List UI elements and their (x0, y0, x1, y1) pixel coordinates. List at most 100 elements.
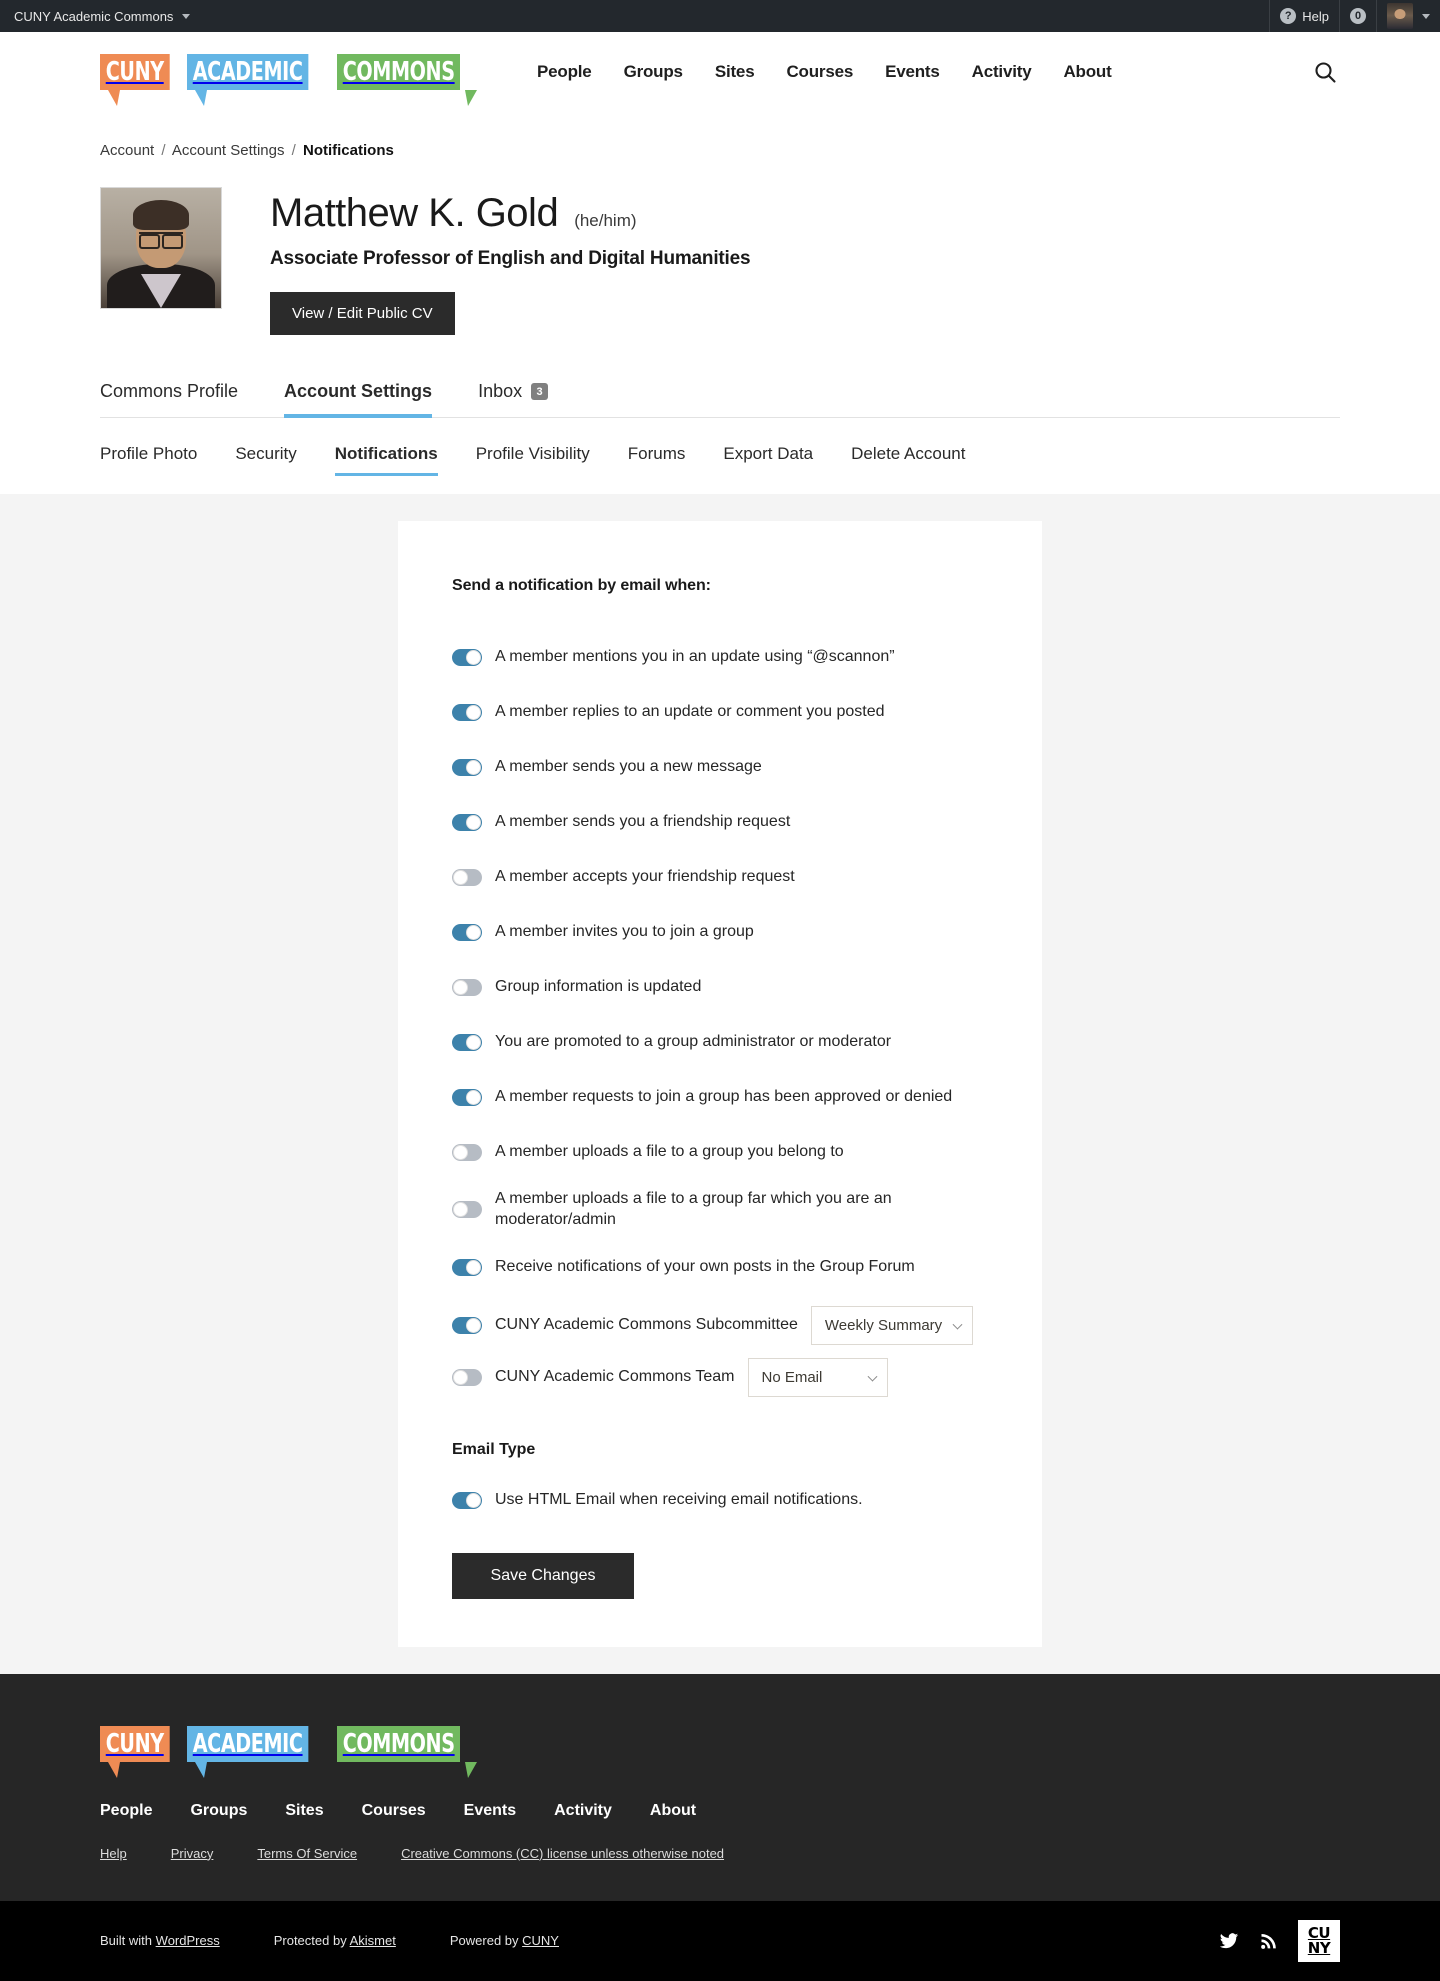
page-title: Matthew K. Gold (270, 191, 559, 235)
nav-item-groups[interactable]: Groups (624, 62, 683, 82)
profile-photo (100, 187, 222, 309)
logo-tail-icon (108, 90, 120, 106)
option-row: CUNY Academic Commons Team No Email (452, 1357, 988, 1399)
select-value: No Email (761, 1369, 823, 1387)
chevron-down-icon (952, 1319, 963, 1330)
cuny-link[interactable]: CUNY (522, 1933, 559, 1948)
admin-bar-help[interactable]: ? Help (1269, 0, 1339, 32)
rss-icon (1261, 1933, 1276, 1949)
admin-bar-site-name: CUNY Academic Commons (14, 8, 174, 24)
wordpress-link[interactable]: WordPress (156, 1933, 220, 1948)
save-changes-button[interactable]: Save Changes (452, 1552, 634, 1599)
toggle-notification-6[interactable] (452, 978, 482, 996)
avatar (1387, 3, 1413, 29)
footer-nav-groups[interactable]: Groups (190, 1802, 247, 1820)
tab-label: Account Settings (284, 381, 433, 401)
footer-nav-activity[interactable]: Activity (554, 1802, 612, 1820)
toggle-notification-1[interactable] (452, 703, 482, 721)
footer-nav-events[interactable]: Events (464, 1802, 516, 1820)
toggle-notification-8[interactable] (452, 1088, 482, 1106)
nav-item-people[interactable]: People (537, 62, 592, 82)
group-email-frequency-select-0[interactable]: Weekly Summary (810, 1306, 974, 1346)
tab-commons-profile[interactable]: Commons Profile (100, 381, 238, 418)
footer-navigation: People Groups Sites Courses Events Activ… (100, 1802, 1340, 1820)
option-label: CUNY Academic Commons Team (495, 1368, 735, 1386)
footer-nav-people[interactable]: People (100, 1802, 152, 1820)
protected-by-credit: Protected by Akismet (274, 1933, 396, 1948)
toggle-notification-group-1[interactable] (452, 1369, 482, 1387)
footer-nav-about[interactable]: About (650, 1802, 696, 1820)
option-label: A member sends you a new message (495, 757, 762, 775)
option-row: A member sends you a new message (452, 749, 988, 785)
rss-link[interactable] (1258, 1930, 1280, 1952)
footer-link-help[interactable]: Help (100, 1846, 127, 1861)
option-row: A member uploads a file to a group you b… (452, 1134, 988, 1170)
toggle-notification-7[interactable] (452, 1033, 482, 1051)
footer-logo[interactable]: CUNY ACADEMIC COMMONS (100, 1725, 1340, 1778)
subtab-profile-visibility[interactable]: Profile Visibility (476, 444, 590, 476)
view-edit-public-cv-button[interactable]: View / Edit Public CV (270, 292, 455, 335)
nav-item-activity[interactable]: Activity (972, 62, 1032, 82)
built-with-credit: Built with WordPress (100, 1933, 220, 1948)
tab-inbox[interactable]: Inbox 3 (478, 381, 549, 418)
footer-nav-sites[interactable]: Sites (285, 1802, 323, 1820)
option-label: Use HTML Email when receiving email noti… (495, 1491, 863, 1509)
toggle-notification-group-0[interactable] (452, 1317, 482, 1335)
nav-item-events[interactable]: Events (885, 62, 940, 82)
footer-link-terms[interactable]: Terms Of Service (257, 1846, 357, 1861)
cuny-logo-line1: CU (1307, 1924, 1331, 1943)
toggle-notification-4[interactable] (452, 868, 482, 886)
group-email-frequency-select-1[interactable]: No Email (747, 1358, 888, 1398)
chevron-down-icon (182, 13, 191, 19)
subtab-profile-photo[interactable]: Profile Photo (100, 444, 197, 476)
logo-part-commons: COMMONS (336, 54, 487, 106)
site-logo[interactable]: CUNY ACADEMIC COMMONS (100, 54, 487, 106)
toggle-notification-3[interactable] (452, 813, 482, 831)
search-button[interactable] (1310, 57, 1340, 87)
nav-item-about[interactable]: About (1063, 62, 1111, 82)
subtab-export-data[interactable]: Export Data (723, 444, 813, 476)
primary-tabs: Commons Profile Account Settings Inbox 3 (100, 381, 1340, 418)
breadcrumb-account-settings[interactable]: Account Settings (172, 142, 285, 159)
twitter-link[interactable] (1218, 1930, 1240, 1952)
footer-link-privacy[interactable]: Privacy (171, 1846, 214, 1861)
chevron-down-icon (1422, 13, 1430, 19)
profile-header: Matthew K. Gold (he/him) Associate Profe… (100, 187, 1340, 335)
admin-bar-site-link[interactable]: CUNY Academic Commons (14, 8, 191, 24)
logo-part-cuny: CUNY (100, 54, 185, 106)
subtab-forums[interactable]: Forums (628, 444, 686, 476)
option-row: A member invites you to join a group (452, 914, 988, 950)
logo-tail-icon (194, 90, 207, 106)
footer-link-license[interactable]: Creative Commons (CC) license unless oth… (401, 1846, 724, 1861)
toggle-notification-11[interactable] (452, 1259, 482, 1277)
footer-nav-courses[interactable]: Courses (362, 1802, 426, 1820)
toggle-notification-10[interactable] (452, 1201, 482, 1219)
question-mark-icon: ? (1280, 8, 1297, 24)
nav-item-courses[interactable]: Courses (786, 62, 853, 82)
option-row: A member uploads a file to a group far w… (452, 1189, 988, 1231)
toggle-notification-2[interactable] (452, 758, 482, 776)
tab-label: Inbox (478, 381, 523, 401)
subtab-notifications[interactable]: Notifications (334, 444, 438, 476)
breadcrumb-account[interactable]: Account (100, 142, 154, 159)
admin-bar-account-menu[interactable] (1376, 0, 1440, 32)
cuny-logo-link[interactable]: CU NY (1298, 1919, 1340, 1962)
toggle-notification-5[interactable] (452, 923, 482, 941)
option-row: A member mentions you in an update using… (452, 639, 988, 675)
subtab-delete-account[interactable]: Delete Account (851, 444, 965, 476)
page-content: Account / Account Settings / Notificatio… (0, 112, 1440, 476)
nav-item-sites[interactable]: Sites (715, 62, 755, 82)
option-label: Group information is updated (495, 977, 702, 995)
toggle-notification-0[interactable] (452, 648, 482, 666)
akismet-link[interactable]: Akismet (350, 1933, 396, 1948)
footer-logo-part-cuny: CUNY (100, 1725, 185, 1778)
footer-utility-links: Help Privacy Terms Of Service Creative C… (100, 1846, 1340, 1861)
tab-account-settings[interactable]: Account Settings (284, 381, 433, 418)
subtab-security[interactable]: Security (235, 444, 296, 476)
logo-part-academic: ACADEMIC (186, 54, 335, 106)
toggle-use-html-email[interactable] (452, 1492, 482, 1510)
powered-by-credit: Powered by CUNY (450, 1933, 559, 1948)
chevron-down-icon (867, 1371, 877, 1382)
admin-bar-notifications[interactable]: 0 (1339, 0, 1376, 32)
toggle-notification-9[interactable] (452, 1143, 482, 1161)
